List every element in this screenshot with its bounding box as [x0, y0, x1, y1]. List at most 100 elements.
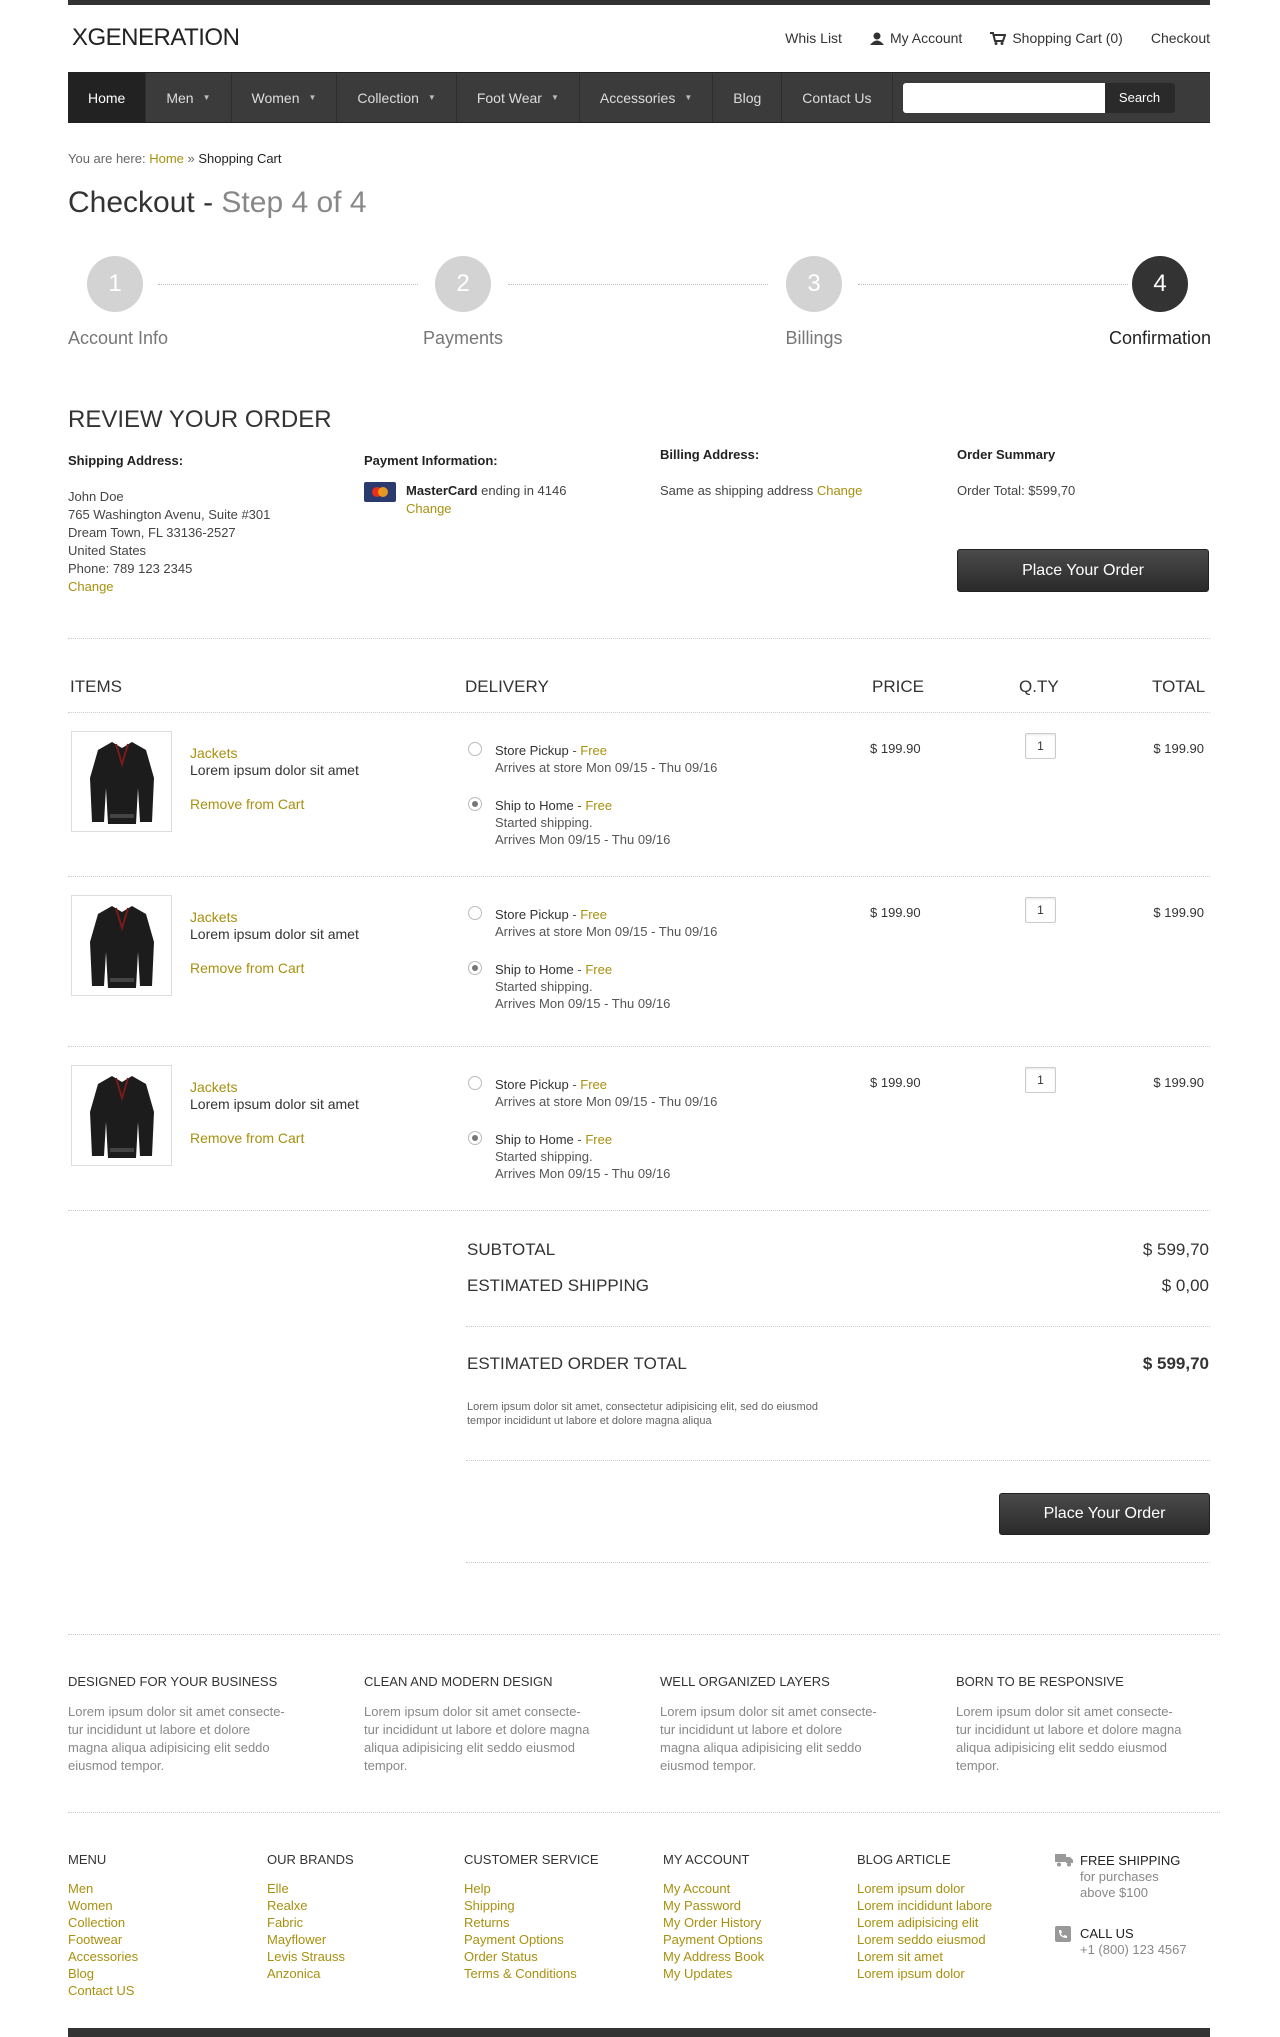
search-input[interactable]	[902, 82, 1105, 113]
shopping-cart-link[interactable]: Shopping Cart (0)	[990, 30, 1123, 46]
divider	[68, 638, 1210, 639]
feature-text: Lorem ipsum dolor sit amet consecte- tur…	[956, 1703, 1216, 1775]
step-number: 2	[435, 256, 491, 312]
place-order-button-bottom[interactable]: Place Your Order	[999, 1493, 1210, 1535]
radio-ship-home[interactable]	[468, 961, 482, 975]
feature-title: BORN TO BE RESPONSIVE	[956, 1674, 1124, 1689]
my-account-link[interactable]: My Account	[869, 30, 962, 46]
radio-store-pickup[interactable]	[468, 742, 482, 756]
footer-link[interactable]: My Order History	[663, 1914, 764, 1931]
col-header-qty: Q.TY	[1019, 677, 1059, 696]
footer-link[interactable]: Levis Strauss	[267, 1948, 345, 1965]
nav-item-foot-wear[interactable]: Foot Wear ▼	[457, 73, 580, 122]
feature-title: WELL ORGANIZED LAYERS	[660, 1674, 830, 1689]
footer-link[interactable]: Returns	[464, 1914, 577, 1931]
footer-link[interactable]: Order Status	[464, 1948, 577, 1965]
wishlist-link[interactable]: Whis List	[785, 30, 842, 46]
place-order-button-top[interactable]: Place Your Order	[957, 549, 1209, 592]
nav-item-women[interactable]: Women ▼	[232, 73, 338, 122]
nav-item-contact[interactable]: Contact Us	[782, 73, 893, 122]
nav-item-label: Home	[88, 89, 126, 106]
footer-link[interactable]: Lorem seddo eiusmod	[857, 1931, 992, 1948]
footer-link[interactable]: Terms & Conditions	[464, 1965, 577, 1982]
free-shipping-info: FREE SHIPPING for purchases above $100	[1055, 1853, 1180, 1901]
footer-link[interactable]: Payment Options	[464, 1931, 577, 1948]
footer-link[interactable]: Elle	[267, 1880, 345, 1897]
footer-brands-list: Elle Realxe Fabric Mayflower Levis Strau…	[267, 1880, 345, 1982]
product-image[interactable]	[71, 731, 172, 832]
shipping-name: John Doe	[68, 489, 124, 504]
nav-item-home[interactable]: Home	[68, 73, 147, 122]
billing-change-link[interactable]: Change	[817, 483, 863, 498]
footer-link[interactable]: Fabric	[267, 1914, 345, 1931]
nav-item-blog[interactable]: Blog	[713, 73, 783, 122]
divider	[68, 1812, 1220, 1813]
nav-item-collection[interactable]: Collection ▼	[337, 73, 457, 122]
chevron-down-icon: ▼	[308, 93, 317, 102]
footer-link[interactable]: Women	[68, 1897, 138, 1914]
footer-link[interactable]: Mayflower	[267, 1931, 345, 1948]
call-us-number[interactable]: +1 (800) 123 4567	[1080, 1942, 1187, 1958]
search-button[interactable]: Search	[1104, 82, 1175, 113]
checkout-link[interactable]: Checkout	[1151, 30, 1210, 46]
brand-logo[interactable]: XGENERATION	[72, 24, 240, 52]
footer-link[interactable]: Contact US	[68, 1982, 138, 1999]
payment-change-link[interactable]: Change	[406, 500, 566, 518]
remove-from-cart-link[interactable]: Remove from Cart	[190, 796, 359, 813]
footer-link[interactable]: Shipping	[464, 1897, 577, 1914]
radio-store-pickup[interactable]	[468, 1076, 482, 1090]
feature-line: magna aliqua adipisicing elit seddo	[68, 1740, 270, 1755]
item-category-link[interactable]: Jackets	[190, 745, 359, 762]
footer-link[interactable]: My Account	[663, 1880, 764, 1897]
footer-link[interactable]: Payment Options	[663, 1931, 764, 1948]
footer-link[interactable]: Blog	[68, 1965, 138, 1982]
footer-link[interactable]: My Password	[663, 1897, 764, 1914]
footer-blog-title: BLOG ARTICLE	[857, 1852, 951, 1867]
shipping-value: $ 0,00	[1161, 1276, 1209, 1295]
remove-from-cart-link[interactable]: Remove from Cart	[190, 960, 359, 977]
footer-link[interactable]: Lorem sit amet	[857, 1948, 992, 1965]
nav-item-accessories[interactable]: Accessories ▼	[580, 73, 714, 122]
item-category-link[interactable]: Jackets	[190, 909, 359, 926]
divider	[466, 1562, 1210, 1563]
footer-link[interactable]: Realxe	[267, 1897, 345, 1914]
product-image[interactable]	[71, 1065, 172, 1166]
product-image[interactable]	[71, 895, 172, 996]
footer-link[interactable]: My Address Book	[663, 1948, 764, 1965]
footer-link[interactable]: My Updates	[663, 1965, 764, 1982]
footer-link[interactable]: Lorem incididunt labore	[857, 1897, 992, 1914]
ship-status: Started shipping.	[495, 1149, 593, 1164]
footer-link[interactable]: Accessories	[68, 1948, 138, 1965]
radio-ship-home[interactable]	[468, 797, 482, 811]
col-header-delivery: DELIVERY	[465, 677, 549, 696]
quantity-input[interactable]: 1	[1025, 897, 1056, 923]
footer-link[interactable]: Footwear	[68, 1931, 138, 1948]
nav-item-label: Men	[166, 89, 194, 106]
shipping-change-link[interactable]: Change	[68, 578, 270, 596]
footer-link[interactable]: Lorem adipisicing elit	[857, 1914, 992, 1931]
remove-from-cart-link[interactable]: Remove from Cart	[190, 1130, 359, 1147]
step-label: Billings	[785, 328, 843, 348]
quantity-input[interactable]: 1	[1025, 1067, 1056, 1093]
footer-link[interactable]: Lorem ipsum dolor	[857, 1965, 992, 1982]
radio-store-pickup[interactable]	[468, 906, 482, 920]
footer-link[interactable]: Help	[464, 1880, 577, 1897]
nav-item-men[interactable]: Men ▼	[146, 73, 232, 122]
feature-line: Lorem ipsum dolor sit amet consecte-	[68, 1704, 285, 1719]
footer-link[interactable]: Men	[68, 1880, 138, 1897]
billing-text: Same as shipping address	[660, 483, 814, 498]
footer-service-list: Help Shipping Returns Payment Options Or…	[464, 1880, 577, 1982]
breadcrumb-home-link[interactable]: Home	[149, 151, 184, 166]
subtotal-value: $ 599,70	[1142, 1240, 1209, 1259]
quantity-input[interactable]: 1	[1025, 733, 1056, 759]
footer-link[interactable]: Lorem ipsum dolor	[857, 1880, 992, 1897]
item-category-link[interactable]: Jackets	[190, 1079, 359, 1096]
footer-link[interactable]: Collection	[68, 1914, 138, 1931]
item-info: Jackets Lorem ipsum dolor sit amet Remov…	[190, 909, 359, 977]
footer-link[interactable]: Anzonica	[267, 1965, 345, 1982]
ship-free: Free	[585, 1132, 613, 1147]
radio-ship-home[interactable]	[468, 1131, 482, 1145]
footer-service-title: CUSTOMER SERVICE	[464, 1852, 599, 1867]
chevron-down-icon: ▼	[550, 93, 559, 102]
top-links: Whis List My Account Shopping Cart (0) C…	[785, 30, 1210, 46]
